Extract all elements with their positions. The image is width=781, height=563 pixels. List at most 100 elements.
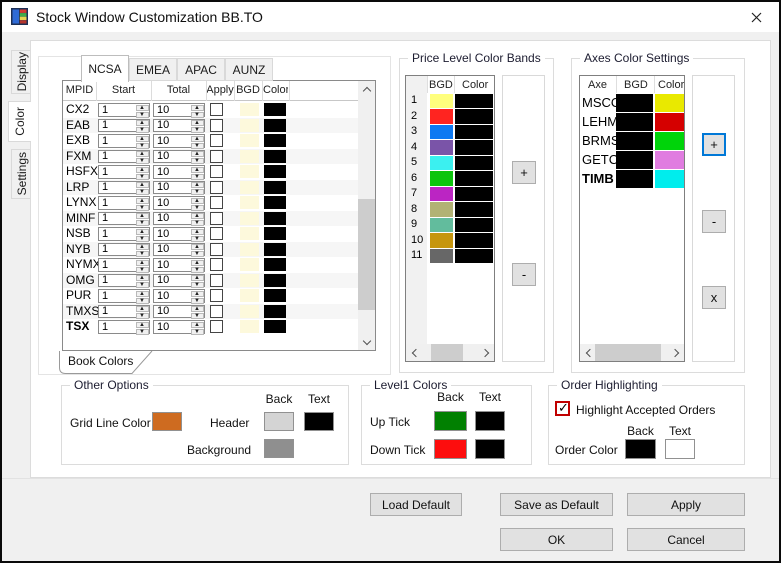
down-tick-text-swatch[interactable] (475, 439, 505, 459)
spin-up-icon[interactable]: ▲ (135, 135, 149, 142)
mpid-table-vertical-scrollbar[interactable] (358, 81, 375, 350)
scroll-down-icon[interactable] (358, 334, 375, 350)
mpid-color-swatch[interactable] (264, 211, 286, 225)
tab-color[interactable]: Color (8, 101, 31, 142)
mpid-color-swatch[interactable] (264, 118, 286, 132)
band-color-swatch[interactable] (455, 93, 493, 108)
order-back-swatch[interactable] (625, 439, 656, 459)
band-color-swatch[interactable] (455, 155, 493, 170)
total-input[interactable] (154, 104, 190, 116)
band-bgd-swatch[interactable] (430, 217, 453, 232)
mpid-color-swatch[interactable] (264, 320, 286, 333)
start-input[interactable] (99, 290, 135, 302)
apply-checkbox[interactable] (210, 196, 223, 209)
mpid-color-swatch[interactable] (264, 196, 286, 209)
spin-up-icon[interactable]: ▲ (190, 182, 204, 188)
total-input[interactable] (154, 212, 190, 224)
scroll-left-icon[interactable] (580, 344, 596, 361)
total-input[interactable] (154, 166, 190, 178)
band-bgd-swatch[interactable] (430, 186, 453, 201)
start-input[interactable] (99, 104, 135, 116)
ok-button[interactable]: OK (500, 528, 613, 551)
add-axe-button[interactable]: + (702, 133, 726, 156)
add-band-button[interactable]: + (512, 161, 536, 184)
highlight-accepted-checkbox[interactable]: ✓ (555, 400, 570, 416)
price-bands-horizontal-scrollbar[interactable] (406, 344, 494, 361)
spin-up-icon[interactable]: ▲ (190, 135, 204, 142)
total-input[interactable] (154, 305, 190, 317)
apply-checkbox[interactable] (210, 180, 223, 194)
band-bgd-swatch[interactable] (430, 140, 453, 155)
mpid-bgd-swatch[interactable] (240, 304, 259, 318)
spin-up-icon[interactable]: ▲ (190, 290, 204, 297)
market-tab-ncsa[interactable]: NCSA (81, 55, 129, 82)
load-default-button[interactable]: Load Default (370, 493, 462, 516)
start-input[interactable] (99, 305, 135, 317)
remove-axe-button[interactable]: - (702, 210, 726, 233)
axe-color-swatch[interactable] (655, 131, 684, 150)
mpid-color-swatch[interactable] (264, 103, 286, 116)
start-input[interactable] (99, 181, 135, 193)
band-bgd-swatch[interactable] (430, 171, 453, 186)
mpid-bgd-swatch[interactable] (240, 180, 259, 194)
spin-up-icon[interactable]: ▲ (190, 151, 204, 157)
apply-checkbox[interactable] (210, 289, 223, 302)
header-back-swatch[interactable] (264, 412, 294, 431)
band-color-swatch[interactable] (455, 124, 493, 139)
band-color-swatch[interactable] (455, 217, 493, 232)
spin-up-icon[interactable]: ▲ (190, 259, 204, 266)
total-input[interactable] (154, 181, 190, 193)
band-color-swatch[interactable] (455, 140, 493, 155)
total-input[interactable] (154, 135, 190, 147)
down-tick-back-swatch[interactable] (434, 439, 467, 459)
start-input[interactable] (99, 135, 135, 147)
mpid-bgd-swatch[interactable] (240, 118, 259, 132)
up-tick-text-swatch[interactable] (475, 411, 505, 431)
mpid-bgd-swatch[interactable] (240, 165, 259, 178)
tab-settings[interactable]: Settings (11, 149, 32, 199)
apply-checkbox[interactable] (210, 227, 223, 240)
spin-up-icon[interactable]: ▲ (135, 321, 149, 328)
scrollbar-thumb[interactable] (595, 344, 661, 361)
apply-button[interactable]: Apply (627, 493, 745, 516)
start-input[interactable] (99, 197, 135, 209)
spin-up-icon[interactable]: ▲ (135, 182, 149, 188)
mpid-color-swatch[interactable] (264, 258, 286, 271)
spin-up-icon[interactable]: ▲ (135, 275, 149, 281)
spin-up-icon[interactable]: ▲ (135, 306, 149, 312)
spin-up-icon[interactable]: ▲ (190, 120, 204, 126)
order-text-swatch[interactable] (665, 439, 695, 459)
band-bgd-swatch[interactable] (430, 202, 453, 217)
background-color-swatch[interactable] (264, 439, 294, 458)
spin-up-icon[interactable]: ▲ (135, 166, 149, 173)
start-input[interactable] (99, 274, 135, 286)
total-input[interactable] (154, 290, 190, 302)
total-input[interactable] (154, 228, 190, 240)
mpid-bgd-swatch[interactable] (240, 103, 259, 116)
spin-up-icon[interactable]: ▲ (135, 151, 149, 157)
axe-bgd-swatch[interactable] (616, 93, 653, 112)
apply-checkbox[interactable] (210, 320, 223, 333)
spin-down-icon[interactable]: ▼ (135, 328, 149, 335)
apply-checkbox[interactable] (210, 165, 223, 178)
spin-up-icon[interactable]: ▲ (190, 321, 204, 328)
mpid-bgd-swatch[interactable] (240, 149, 259, 163)
spin-down-icon[interactable]: ▼ (190, 328, 204, 335)
spin-up-icon[interactable]: ▲ (135, 104, 149, 111)
total-input[interactable] (154, 274, 190, 286)
spin-up-icon[interactable]: ▲ (135, 244, 149, 250)
grid-line-color-swatch[interactable] (152, 412, 182, 431)
apply-checkbox[interactable] (210, 304, 223, 318)
band-bgd-swatch[interactable] (430, 248, 453, 263)
apply-checkbox[interactable] (210, 242, 223, 256)
apply-checkbox[interactable] (210, 273, 223, 287)
start-input[interactable] (99, 259, 135, 271)
spin-up-icon[interactable]: ▲ (190, 275, 204, 281)
mpid-color-swatch[interactable] (264, 149, 286, 163)
start-input[interactable] (99, 228, 135, 240)
axe-bgd-swatch[interactable] (616, 150, 653, 169)
axe-color-swatch[interactable] (655, 93, 684, 112)
spin-up-icon[interactable]: ▲ (135, 259, 149, 266)
apply-checkbox[interactable] (210, 258, 223, 271)
spin-up-icon[interactable]: ▲ (135, 290, 149, 297)
